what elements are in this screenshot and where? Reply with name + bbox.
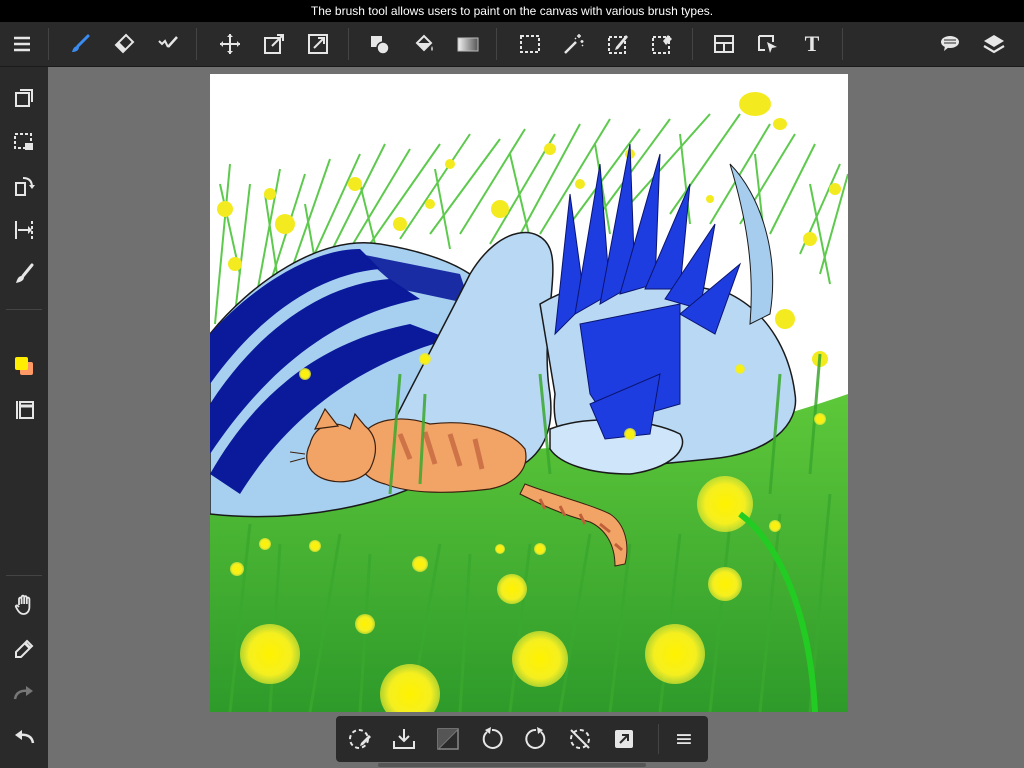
copy-icon [15,89,33,107]
selection-pen-icon [608,35,628,54]
speech-bubble-icon [941,36,959,51]
eyedropper-icon [15,639,34,658]
fit-screen-icon [615,730,633,748]
clear-layer-button[interactable] [426,716,470,762]
rotate-left-button[interactable] [470,716,514,762]
magic-wand-button[interactable] [552,22,596,66]
reset-rotation-button[interactable] [558,716,602,762]
cursor-select-icon [758,35,777,53]
rect-select-button[interactable] [508,22,552,66]
brush-icon [72,34,90,52]
dashed-selection-icon [520,35,540,53]
deselect-icon [349,729,371,749]
rotate-canvas-button[interactable] [0,166,48,206]
frame-divider-button[interactable] [702,22,746,66]
brush-tool-button[interactable] [58,22,102,66]
horizontal-scrollbar[interactable] [378,763,646,767]
color-swatch-button[interactable] [0,346,48,386]
undo-icon [15,730,35,744]
rotate-right-button[interactable] [514,716,558,762]
flip-icon [15,221,33,239]
layers-button[interactable] [972,22,1016,66]
fit-screen-button[interactable] [602,716,646,762]
fill-shapes-button[interactable] [358,22,402,66]
frame-divider-icon [714,35,734,53]
rotate-left-icon [482,727,503,749]
brush-settings-button[interactable] [0,254,48,294]
text-tool-label: T [804,31,820,56]
reset-rotation-icon [570,729,590,749]
drawing-canvas[interactable] [210,74,848,712]
smudge-icon [158,36,178,48]
distort-icon [308,34,328,54]
paint-bucket-icon [415,34,433,52]
shapes-icon [371,36,390,55]
magic-wand-icon [564,34,584,54]
save-export-button[interactable] [382,716,426,762]
materials-button[interactable] [928,22,972,66]
artwork [210,74,848,712]
paste-selection-button[interactable] [0,122,48,162]
more-menu-button[interactable]: ≡ [662,716,706,762]
transform-tool-button[interactable] [252,22,296,66]
download-tray-icon [393,729,415,749]
smudge-tool-button[interactable] [146,22,190,66]
redo-button[interactable] [0,673,48,713]
move-tool-button[interactable] [208,22,252,66]
selection-eraser-icon [652,35,672,54]
color-swatch-icon [15,357,33,375]
top-toolbar: T [0,22,1024,67]
operation-tool-button[interactable] [746,22,790,66]
hand-tool-button[interactable] [0,585,48,625]
panel-layout-icon [16,401,34,419]
copy-layer-button[interactable] [0,78,48,118]
left-sidebar [0,67,48,768]
rotate-layer-icon [15,177,35,196]
paintbrush-icon [16,263,34,283]
bottom-action-bar: ≡ [336,716,708,762]
layer-panel-toggle-button[interactable] [0,390,48,430]
eyedropper-button[interactable] [0,629,48,669]
eraser-tool-button[interactable] [102,22,146,66]
undo-button[interactable] [0,717,48,757]
gradient-tool-button[interactable] [446,22,490,66]
layers-icon [983,35,1005,54]
tooltip-text: The brush tool allows users to paint on … [310,4,714,18]
gradient-icon [457,37,479,52]
deselect-button[interactable] [338,716,382,762]
selection-fill-icon [14,133,33,150]
distort-tool-button[interactable] [296,22,340,66]
redo-icon [13,686,33,700]
hand-icon [14,594,31,615]
tooltip-banner: The brush tool allows users to paint on … [0,0,1024,22]
fill-bucket-button[interactable] [402,22,446,66]
rotate-right-icon [525,727,546,749]
text-tool-button[interactable]: T [790,22,834,66]
move-arrows-icon [220,34,240,54]
clear-icon [437,728,459,750]
transform-icon [264,34,284,54]
flip-horizontal-button[interactable] [0,210,48,250]
more-menu-glyph: ≡ [674,726,694,752]
selection-pen-button[interactable] [596,22,640,66]
eraser-icon [114,33,135,54]
hamburger-menu-icon [14,36,30,52]
selection-eraser-button[interactable] [640,22,684,66]
main-menu-button[interactable] [0,22,44,66]
